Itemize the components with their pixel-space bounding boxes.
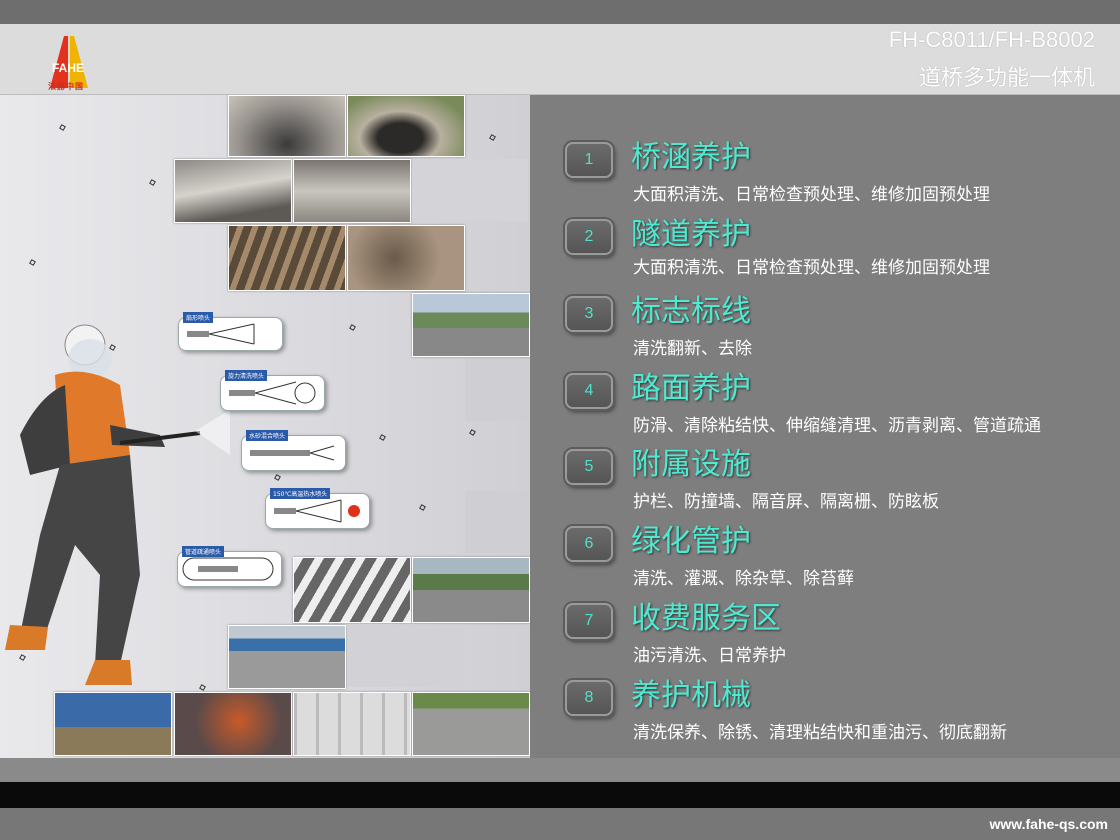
item-desc: 大面积清洗、日常检查预处理、维修加固预处理 bbox=[633, 258, 990, 278]
header: FAHE 法赫中国 FH-C8011/FH-B8002 道桥多功能一体机 bbox=[0, 24, 1120, 95]
list-item: 5 附属设施 护栏、防撞墙、隔音屏、隔离栅、防眩板 bbox=[565, 445, 1105, 517]
nozzle-card-fan: 扇形喷头 bbox=[178, 312, 283, 351]
nozzle-label: 扇形喷头 bbox=[183, 312, 214, 323]
list-item: 2 隧道养护 大面积清洗、日常检查预处理、维修加固预处理 bbox=[565, 215, 1105, 287]
item-title: 附属设施 bbox=[631, 447, 751, 482]
guardrail-cleaning-photo bbox=[412, 557, 530, 623]
crosswalk-photo bbox=[293, 557, 411, 623]
bottom-black-bar bbox=[0, 782, 1120, 808]
nozzle-label: 旋力清洗喷头 bbox=[225, 370, 268, 381]
wall-photo bbox=[347, 225, 465, 291]
bridge-underside-photo bbox=[174, 159, 292, 223]
pipes-photo bbox=[228, 225, 346, 291]
top-bar bbox=[0, 0, 1120, 24]
nozzle-label: 管道疏通喷头 bbox=[182, 546, 225, 557]
item-title: 路面养护 bbox=[631, 371, 751, 406]
item-title: 标志标线 bbox=[631, 294, 751, 329]
item-desc: 油污清洗、日常养护 bbox=[633, 646, 786, 666]
item-desc: 清洗翻新、去除 bbox=[633, 339, 752, 359]
slide: FAHE 法赫中国 FH-C8011/FH-B8002 道桥多功能一体机 扇形喷… bbox=[0, 0, 1120, 840]
rust-removal-photo bbox=[174, 692, 292, 756]
item-desc: 防滑、清除粘结快、伸缩缝清理、沥青剥离、管道疏通 bbox=[633, 416, 1041, 436]
website-link[interactable]: www.fahe-qs.com bbox=[989, 816, 1108, 832]
item-desc: 大面积清洗、日常检查预处理、维修加固预处理 bbox=[633, 185, 990, 205]
svg-text:FAHE: FAHE bbox=[52, 61, 84, 75]
list-item: 8 养护机械 清洗保养、除锈、清理粘结快和重油污、彻底翻新 bbox=[565, 676, 1105, 748]
tunnel-photo bbox=[228, 95, 346, 157]
photo-collage: 扇形喷头 旋力清洗喷头 水砂混合喷头 150℃高温热水喷头 管道疏通喷头 bbox=[0, 95, 530, 758]
application-list: 1 桥涵养护 大面积清洗、日常检查预处理、维修加固预处理 2 隧道养护 大面积清… bbox=[530, 95, 1120, 758]
road-fence-photo bbox=[412, 293, 530, 357]
logo-subtext: 法赫中国 bbox=[48, 82, 84, 91]
item-number: 5 bbox=[565, 449, 613, 485]
item-title: 养护机械 bbox=[631, 678, 751, 713]
item-number: 6 bbox=[565, 526, 613, 562]
nozzle-card-hot-water: 150℃高温热水喷头 bbox=[265, 488, 370, 529]
blank-photo-3 bbox=[465, 491, 528, 553]
product-name: 道桥多功能一体机 bbox=[918, 66, 1095, 91]
item-desc: 清洗、灌溉、除杂草、除苔藓 bbox=[633, 569, 854, 589]
nozzle-card-pipe: 管道疏通喷头 bbox=[177, 546, 282, 587]
item-title: 绿化管护 bbox=[631, 524, 751, 559]
item-number: 4 bbox=[565, 373, 613, 409]
list-item: 3 标志标线 清洗翻新、去除 bbox=[565, 292, 1105, 364]
railing-photo bbox=[293, 692, 411, 756]
item-number: 7 bbox=[565, 603, 613, 639]
list-item: 4 路面养护 防滑、清除粘结快、伸缩缝清理、沥青剥离、管道疏通 bbox=[565, 369, 1105, 441]
nozzle-label: 150℃高温热水喷头 bbox=[270, 488, 331, 499]
culvert-photo bbox=[347, 95, 465, 157]
paving-photo bbox=[412, 692, 530, 756]
toll-station-photo bbox=[228, 625, 346, 689]
nozzle-label: 水砂混合喷头 bbox=[246, 430, 289, 441]
item-number: 2 bbox=[565, 219, 613, 255]
bottom-bar bbox=[0, 758, 1120, 782]
blank-photo-2 bbox=[465, 359, 528, 421]
item-desc: 清洗保养、除锈、清理粘结快和重油污、彻底翻新 bbox=[633, 723, 1007, 743]
item-number: 3 bbox=[565, 296, 613, 332]
list-item: 6 绿化管护 清洗、灌溉、除杂草、除苔藓 bbox=[565, 522, 1105, 594]
item-number: 1 bbox=[565, 142, 613, 178]
bridge-cleaning-photo bbox=[293, 159, 411, 223]
list-item: 7 收费服务区 油污清洗、日常养护 bbox=[565, 599, 1105, 671]
nozzle-card-sand: 水砂混合喷头 bbox=[241, 430, 346, 471]
machinery-photo bbox=[54, 692, 172, 756]
item-title: 隧道养护 bbox=[631, 217, 751, 252]
list-item: 1 桥涵养护 大面积清洗、日常检查预处理、维修加固预处理 bbox=[565, 138, 1105, 210]
item-title: 收费服务区 bbox=[631, 601, 781, 636]
blank-photo-4 bbox=[347, 625, 463, 687]
product-model: FH-C8011/FH-B8002 bbox=[888, 27, 1095, 52]
footer: www.fahe-qs.com bbox=[0, 808, 1120, 840]
item-title: 桥涵养护 bbox=[631, 140, 751, 175]
worker-illustration bbox=[5, 324, 230, 685]
item-desc: 护栏、防撞墙、隔音屏、隔离栅、防眩板 bbox=[633, 492, 939, 512]
item-number: 8 bbox=[565, 680, 613, 716]
nozzle-card-rotary: 旋力清洗喷头 bbox=[220, 370, 325, 411]
blank-photo-1 bbox=[412, 159, 528, 221]
